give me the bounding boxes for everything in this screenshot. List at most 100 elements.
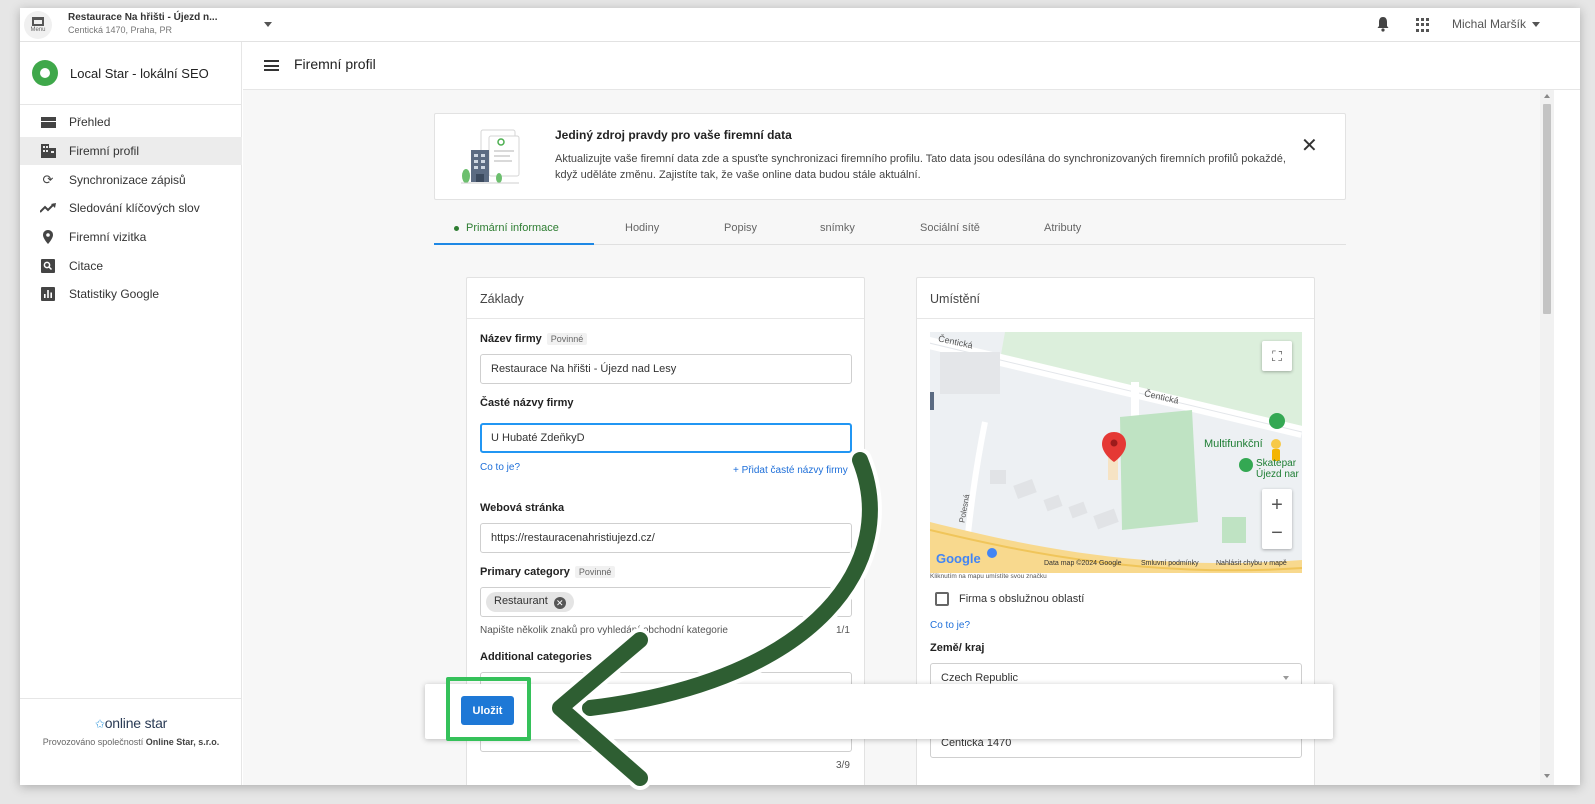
business-data-illustration-icon (461, 129, 520, 184)
menu-button[interactable]: Menu (24, 11, 52, 39)
banner-text: Aktualizujte vaše firemní data zde a spu… (555, 153, 1286, 181)
tab-primarni-informace[interactable]: Primární informace (454, 222, 559, 234)
close-icon[interactable]: ✕ (1301, 136, 1318, 156)
what-is-it-link[interactable]: Co to je? (480, 462, 520, 473)
sidebar-footer: ✩online star Provozováno společností Onl… (20, 698, 242, 785)
website-input[interactable]: https://restauracenahristiujezd.cz/ (480, 523, 852, 553)
sidebar-item-firemni-profil[interactable]: Firemní profil (20, 136, 242, 166)
business-switcher[interactable]: Restaurace Na hřišti - Újezd n... Centic… (68, 12, 272, 35)
map-report-link[interactable]: Nahlásit chybu v mapě (1216, 560, 1287, 567)
status-dot-icon (454, 225, 459, 231)
tab-hodiny[interactable]: Hodiny (625, 222, 659, 234)
sidebar-nav: Přehled Firemní profil ⟳ Synchronizace z… (20, 108, 242, 309)
apps-grid-icon[interactable] (1416, 18, 1430, 32)
main-content: Jediný zdroj pravdy pro vaše firemní dat… (243, 90, 1540, 785)
sidebar-item-label: Firemní vizitka (69, 230, 147, 245)
user-menu[interactable]: Michal Maršík (1452, 17, 1541, 31)
scrollbar[interactable] (1540, 90, 1554, 785)
footer-credit: Provozováno společností Online Star, s.r… (42, 737, 220, 747)
scroll-down-icon[interactable] (1544, 774, 1550, 778)
divider (20, 104, 242, 105)
business-name-label: Název firmy Povinné (480, 333, 588, 345)
required-badge: Povinné (574, 566, 616, 578)
sidebar-item-label: Synchronizace zápisů (69, 172, 186, 187)
sidebar-item-synchronizace[interactable]: ⟳ Synchronizace zápisů (20, 165, 242, 194)
map-data-attribution[interactable]: Data map ©2024 Google (1044, 560, 1122, 567)
sidebar-item-label: Sledování klíčových slov (69, 201, 200, 216)
banner-title: Jediný zdroj pravdy pro vaše firemní dat… (555, 128, 792, 142)
country-label: Země/ kraj (930, 642, 985, 654)
sidebar-item-label: Firemní profil (69, 144, 140, 159)
add-alt-names-link[interactable]: + Přidat časté názvy firmy (733, 465, 848, 476)
sidebar-item-label: Statistiky Google (69, 287, 160, 302)
sidebar-item-label: Přehled (69, 115, 111, 130)
website-label: Webová stránka (480, 502, 565, 514)
profile-tabs: Primární informace Hodiny Popisy snímky … (434, 214, 1346, 245)
zoom-out-icon[interactable]: − (1271, 519, 1283, 547)
tab-atributy[interactable]: Atributy (1044, 222, 1081, 234)
sidebar-item-statistiky[interactable]: Statistiky Google (20, 280, 242, 309)
location-map[interactable]: Čentická Čentická Polesná Multifunkční S… (930, 332, 1302, 573)
brand[interactable]: Local Star - lokální SEO (32, 60, 209, 86)
bar-chart-icon (40, 286, 56, 302)
star-icon: ✩ (94, 717, 105, 731)
scroll-thumb[interactable] (1543, 104, 1551, 314)
additional-categories-label: Additional categories (480, 651, 592, 663)
business-address: Centická 1470, Praha, PR (68, 25, 173, 35)
bell-icon[interactable] (1376, 16, 1390, 32)
location-pin-icon (40, 229, 56, 245)
fullscreen-icon[interactable]: ⛶ (1262, 341, 1292, 371)
sidebar: Local Star - lokální SEO Přehled Firemní… (20, 42, 242, 785)
store-icon (32, 17, 44, 26)
tab-snimky[interactable]: snímky (820, 222, 855, 234)
page-title: Firemní profil (294, 56, 376, 72)
primary-category-label: Primary category Povinné (480, 566, 616, 578)
dashboard-icon (40, 114, 56, 130)
map-place-label: Multifunkční (1204, 438, 1263, 450)
service-area-row[interactable]: Firma s obslužnou oblastí (935, 592, 1084, 606)
chevron-down-icon (1532, 22, 1541, 28)
chevron-down-icon (264, 22, 272, 27)
service-area-checkbox[interactable] (935, 592, 949, 606)
primary-category-count: 1/1 (836, 625, 850, 636)
brand-title: Local Star - lokální SEO (70, 65, 209, 81)
business-name: Restaurace Na hřišti - Újezd n... (68, 12, 218, 23)
chevron-down-icon (1283, 676, 1289, 680)
app-window: Menu Restaurace Na hřišti - Újezd n... C… (20, 8, 1580, 785)
map-hint: Kliknutím na mapu umístíte svou značku (930, 573, 1047, 580)
hamburger-menu-icon[interactable] (264, 60, 279, 71)
service-area-label: Firma s obslužnou oblastí (959, 593, 1085, 605)
what-is-it-link[interactable]: Co to je? (930, 620, 970, 631)
location-logo-icon (32, 60, 58, 86)
user-name: Michal Maršík (1452, 17, 1527, 31)
card-title: Umístění (917, 278, 1314, 319)
sync-icon: ⟳ (42, 171, 54, 187)
business-name-input[interactable]: Restaurace Na hřišti - Újezd nad Lesy (480, 354, 852, 384)
menu-label: Menu (30, 27, 46, 33)
zoom-in-icon[interactable]: + (1271, 491, 1283, 519)
active-tab-indicator (434, 243, 594, 245)
info-banner: Jediný zdroj pravdy pro vaše firemní dat… (434, 113, 1346, 200)
additional-category-count: 3/9 (836, 760, 850, 771)
top-bar: Menu Restaurace Na hřišti - Újezd n... C… (20, 8, 1580, 42)
sidebar-item-prehled[interactable]: Přehled (20, 108, 242, 137)
online-star-logo: ✩online star (94, 715, 168, 731)
map-place-label: Újezd nar (1256, 469, 1299, 480)
alt-names-input[interactable]: U Hubaté ZdeňkyD (480, 423, 852, 453)
sidebar-item-sledovani[interactable]: Sledování klíčových slov (20, 194, 242, 223)
remove-chip-icon[interactable]: ✕ (553, 597, 566, 609)
sidebar-item-label: Citace (69, 258, 104, 273)
map-canvas (930, 332, 1302, 573)
sidebar-item-vizitka[interactable]: Firemní vizitka (20, 223, 242, 252)
save-button[interactable]: Uložit (461, 696, 514, 725)
alt-names-label: Časté názvy firmy (480, 397, 574, 409)
search-box-icon (40, 258, 56, 274)
tab-popisy[interactable]: Popisy (724, 222, 757, 234)
sidebar-item-citace[interactable]: Citace (20, 251, 242, 280)
save-bar (425, 684, 1333, 739)
category-chip[interactable]: Restaurant ✕ (486, 592, 574, 612)
map-terms-link[interactable]: Smluvní podmínky (1141, 560, 1199, 567)
map-place-label: Skatepar (1256, 458, 1297, 469)
scroll-up-icon[interactable] (1544, 94, 1550, 98)
tab-socialni-site[interactable]: Sociální sítě (920, 222, 980, 234)
